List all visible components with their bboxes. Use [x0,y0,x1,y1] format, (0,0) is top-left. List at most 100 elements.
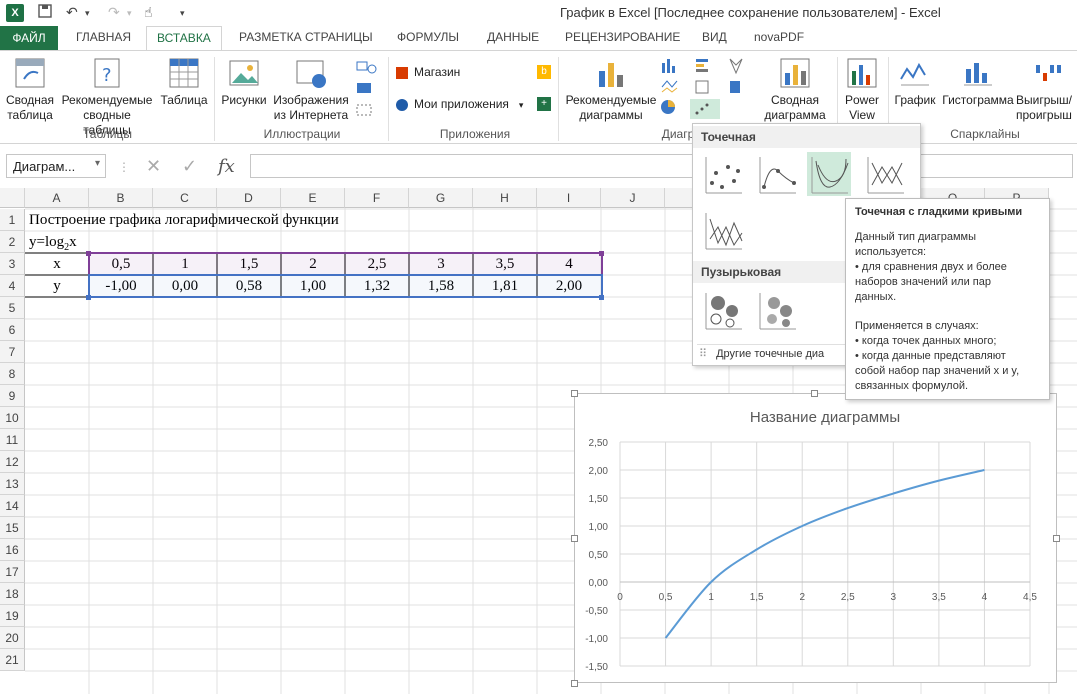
x-tick-label: 0,5 [659,592,673,603]
enter-icon[interactable]: ✓ [182,156,197,177]
sparkline-winloss-button[interactable]: Выигрыш/ проигрыш [1016,57,1077,123]
shapes-smartart-screenshot-icons[interactable] [354,59,380,123]
more-icon: ⋮ [118,160,130,174]
chart-resize-handle[interactable] [811,390,818,397]
chart-resize-handle[interactable] [1053,535,1060,542]
chart-resize-handle[interactable] [571,390,578,397]
tooltip-line: • когда точек данных много; [855,335,997,347]
sparkline-line-button[interactable]: График [892,57,938,108]
recommended-pivot-icon: ? [94,58,120,88]
online-pictures-icon [296,60,326,88]
x-tick-label: 1 [708,592,714,603]
chart-area[interactable]: Название диаграммы 2,50 2,00 1,50 1,00 0,5 0 0,… [574,393,1057,683]
undo-icon[interactable]: ↶ [66,4,78,21]
power-view-button[interactable]: Power View [840,57,884,123]
tab-formulas[interactable]: ФОРМУЛЫ [397,30,459,44]
recommended-pivot-button[interactable]: ? Рекомендуемые сводные таблицы [58,57,156,138]
recommended-charts-button[interactable]: Рекомендуемые диаграммы [562,57,660,123]
table-label: Таблица [160,93,208,107]
chart-type-icons[interactable] [660,57,756,119]
chart-title[interactable]: Название диаграммы [750,409,900,426]
y-tick-label: 1,50 [589,494,609,505]
scatter-straight-markers-option[interactable] [863,152,907,196]
name-box-value: Диаграм... [13,159,76,174]
tooltip-line: используется: [855,246,927,258]
scatter-smooth-lines-option[interactable] [807,152,851,196]
store-button[interactable]: Магазин [396,65,460,80]
store-label: Магазин [414,65,461,79]
redo-dropdown-icon[interactable]: ▾ [127,8,132,19]
sparkline-column-button[interactable]: Гистограмма [940,57,1016,108]
title-bar: X ↶ ▾ ↷ ▾ ☝ ▾ График в Excel [Последнее … [0,0,1077,26]
pivot-table-label: Сводная таблица [5,93,55,122]
pivot-chart-label: Сводная диаграмма [764,93,826,122]
ribbon-separator [214,57,215,141]
x-tick-label: 4 [982,592,988,603]
my-apps-label: Мои приложения [414,97,509,111]
excel-app-icon[interactable]: X [6,4,24,22]
chart-resize-handle[interactable] [571,535,578,542]
touch-mode-icon[interactable]: ☝ [144,4,153,21]
formula-input[interactable] [250,154,1073,178]
tooltip-line: наборов значений или пар [855,276,991,288]
chevron-down-icon[interactable]: ▾ [95,158,100,169]
more-scatter-charts-option[interactable]: ⠿ Другие точечные диа [699,347,824,360]
tab-view[interactable]: ВИД [702,30,727,44]
store-icon [396,66,408,79]
tooltip-line: Данный тип диаграммы [855,231,976,243]
y-tick-label: -0,50 [585,606,608,617]
x-tick-label: 2,5 [841,592,855,603]
bubble-option[interactable] [701,288,745,332]
tab-data[interactable]: ДАННЫЕ [487,30,539,44]
online-pictures-button[interactable]: Изображения из Интернета [272,57,350,123]
scatter-straight-lines-option[interactable] [701,208,745,252]
tab-insert[interactable]: ВСТАВКА [146,26,222,51]
y-tick-label: -1,50 [585,662,608,673]
table-button[interactable]: Таблица [158,57,210,108]
y-tick-label: 0,00 [589,578,609,589]
more-scatter-charts-label: Другие точечные диа [716,348,825,360]
x-tick-label: 3,5 [932,592,946,603]
my-apps-icon [396,98,408,111]
tab-file[interactable]: ФАЙЛ [0,26,58,50]
pictures-button[interactable]: Рисунки [218,57,270,108]
svg-text:?: ? [102,65,112,86]
scatter-markers-option[interactable] [701,152,745,196]
customize-qat-icon[interactable]: ▾ [180,8,185,19]
tooltip-line: • для сравнения двух и более [855,261,1007,273]
chart-type-tooltip: Точечная с гладкими кривыми Данный тип д… [845,198,1050,400]
x-tick-label: 0 [617,592,623,603]
scatter-section-header: Точечная [693,126,920,148]
tab-novapdf[interactable]: novaPDF [754,30,804,44]
bubble-3d-option[interactable] [755,288,799,332]
sparkline-line-icon [900,62,929,86]
tab-home[interactable]: ГЛАВНАЯ [76,30,131,44]
scatter-smooth-markers-option[interactable] [755,152,799,196]
save-icon[interactable] [38,4,52,21]
tooltip-line: собой набор пар значений x и y, [855,365,1020,377]
tab-page-layout[interactable]: РАЗМЕТКА СТРАНИЦЫ [239,30,373,44]
cancel-icon[interactable]: ✕ [146,156,161,177]
ribbon-tabs: ФАЙЛ ГЛАВНАЯ ВСТАВКА РАЗМЕТКА СТРАНИЦЫ Ф… [0,26,1077,51]
bing-icon[interactable]: b [537,65,551,79]
pivot-chart-button[interactable]: Сводная диаграмма [758,57,832,123]
tab-review[interactable]: РЕЦЕНЗИРОВАНИЕ [565,30,680,44]
online-pictures-label: Изображения из Интернета [273,93,349,122]
y-tick-label: 2,50 [589,438,609,449]
power-view-icon [847,58,877,88]
y-tick-label: 2,00 [589,466,609,477]
insert-function-icon[interactable]: fx [218,156,235,177]
chart-resize-handle[interactable] [571,680,578,687]
undo-dropdown-icon[interactable]: ▾ [85,8,90,19]
tooltip-line: Применяется в случаях: [855,320,979,332]
redo-icon[interactable]: ↷ [108,4,120,21]
y-tick-label: 1,00 [589,522,609,533]
my-apps-button[interactable]: Мои приложения ▾ [396,97,523,113]
name-box[interactable]: Диаграм... ▾ [6,154,106,178]
sparkline-column-label: Гистограмма [942,93,1014,107]
people-graph-icon[interactable]: + [537,97,551,111]
pivot-table-button[interactable]: Сводная таблица [4,57,56,123]
scatter-small-icon: ⠿ [699,348,708,360]
scatter-chart[interactable]: Название диаграммы 2,50 2,00 1,50 1,00 0,5 0 0,… [575,394,1056,682]
x-tick-label: 3 [891,592,897,603]
